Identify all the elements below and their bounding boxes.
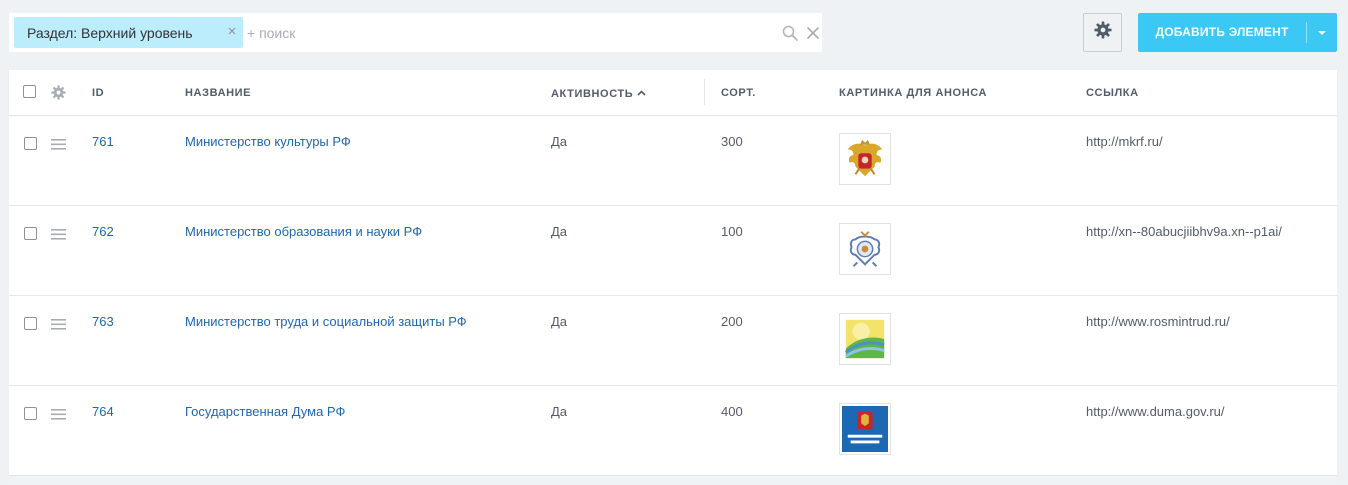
- cell-id[interactable]: 763: [92, 314, 114, 329]
- cell-name[interactable]: Министерство образования и науки РФ: [185, 224, 422, 239]
- add-element-button[interactable]: ДОБАВИТЬ ЭЛЕМЕНТ: [1138, 13, 1337, 52]
- drag-handle-icon[interactable]: [51, 407, 66, 420]
- grid-header: ID НАЗВАНИЕ АКТИВНОСТЬ СОРТ. КАРТИНКА ДЛ…: [9, 70, 1337, 116]
- cell-name[interactable]: Государственная Дума РФ: [185, 404, 345, 419]
- cell-active: Да: [551, 134, 568, 149]
- cell-sort: 100: [721, 224, 743, 239]
- filter-search-box[interactable]: Раздел: Верхний уровень ×: [9, 13, 822, 52]
- drag-handle-icon[interactable]: [51, 137, 66, 150]
- row-checkbox[interactable]: [24, 407, 37, 420]
- cell-name[interactable]: Министерство культуры РФ: [185, 134, 351, 149]
- cell-active: Да: [551, 224, 568, 239]
- clear-search-icon[interactable]: [805, 24, 821, 42]
- column-resize-handle[interactable]: [704, 79, 705, 105]
- gear-icon: [1093, 21, 1112, 44]
- drag-handle-icon[interactable]: [51, 317, 66, 330]
- cell-active: Да: [551, 404, 568, 419]
- cell-active: Да: [551, 314, 568, 329]
- row-checkbox[interactable]: [24, 227, 37, 240]
- add-element-label: ДОБАВИТЬ ЭЛЕМЕНТ: [1155, 25, 1289, 39]
- cell-link: http://www.rosmintrud.ru/: [1086, 314, 1230, 329]
- cell-link: http://www.duma.gov.ru/: [1086, 404, 1225, 419]
- column-header-name[interactable]: НАЗВАНИЕ: [185, 87, 251, 99]
- row-checkbox[interactable]: [24, 317, 37, 330]
- column-header-active[interactable]: АКТИВНОСТЬ: [551, 87, 646, 100]
- drag-handle-icon[interactable]: [51, 227, 66, 240]
- column-header-sort[interactable]: СОРТ.: [721, 87, 756, 99]
- cell-link: http://mkrf.ru/: [1086, 134, 1163, 149]
- education-emblem-thumbnail[interactable]: [839, 223, 891, 275]
- table-row[interactable]: 764 Государственная Дума РФ Да 400 http:…: [9, 386, 1337, 476]
- column-header-id[interactable]: ID: [92, 87, 104, 99]
- cell-name[interactable]: Министерство труда и социальной защиты Р…: [185, 314, 467, 329]
- select-all-checkbox[interactable]: [23, 85, 36, 98]
- filter-tag-close-icon[interactable]: ×: [225, 24, 239, 40]
- table-row[interactable]: 761 Министерство культуры РФ Да 300 http…: [9, 116, 1337, 206]
- column-header-picture[interactable]: КАРТИНКА ДЛЯ АНОНСА: [839, 87, 987, 99]
- row-checkbox[interactable]: [24, 137, 37, 150]
- search-input[interactable]: [247, 19, 767, 46]
- cell-sort: 400: [721, 404, 743, 419]
- cell-link: http://xn--80abucjiibhv9a.xn--p1ai/: [1086, 224, 1282, 239]
- table-row[interactable]: 763 Министерство труда и социальной защи…: [9, 296, 1337, 386]
- coat-of-arms-thumbnail[interactable]: [839, 133, 891, 185]
- column-header-link[interactable]: ССЫЛКА: [1086, 87, 1139, 99]
- cell-sort: 200: [721, 314, 743, 329]
- sort-ascending-icon: [637, 87, 646, 99]
- elements-grid: ID НАЗВАНИЕ АКТИВНОСТЬ СОРТ. КАРТИНКА ДЛ…: [9, 70, 1337, 485]
- search-icon[interactable]: [781, 24, 799, 42]
- duma-logo-thumbnail[interactable]: [839, 403, 891, 455]
- cell-id[interactable]: 762: [92, 224, 114, 239]
- cell-id[interactable]: 761: [92, 134, 114, 149]
- filter-tag-section[interactable]: Раздел: Верхний уровень ×: [14, 17, 243, 48]
- table-row[interactable]: 762 Министерство образования и науки РФ …: [9, 206, 1337, 296]
- add-menu-chevron-down-icon[interactable]: [1307, 13, 1337, 52]
- grid-footer-strip: [9, 476, 1337, 485]
- column-header-active-label: АКТИВНОСТЬ: [551, 88, 634, 100]
- cell-id[interactable]: 764: [92, 404, 114, 419]
- cell-sort: 300: [721, 134, 743, 149]
- grid-settings-button[interactable]: [1083, 13, 1122, 52]
- filter-tag-label: Раздел: Верхний уровень: [27, 24, 193, 41]
- labor-emblem-thumbnail[interactable]: [839, 313, 891, 365]
- column-settings-gear-icon[interactable]: [51, 85, 66, 100]
